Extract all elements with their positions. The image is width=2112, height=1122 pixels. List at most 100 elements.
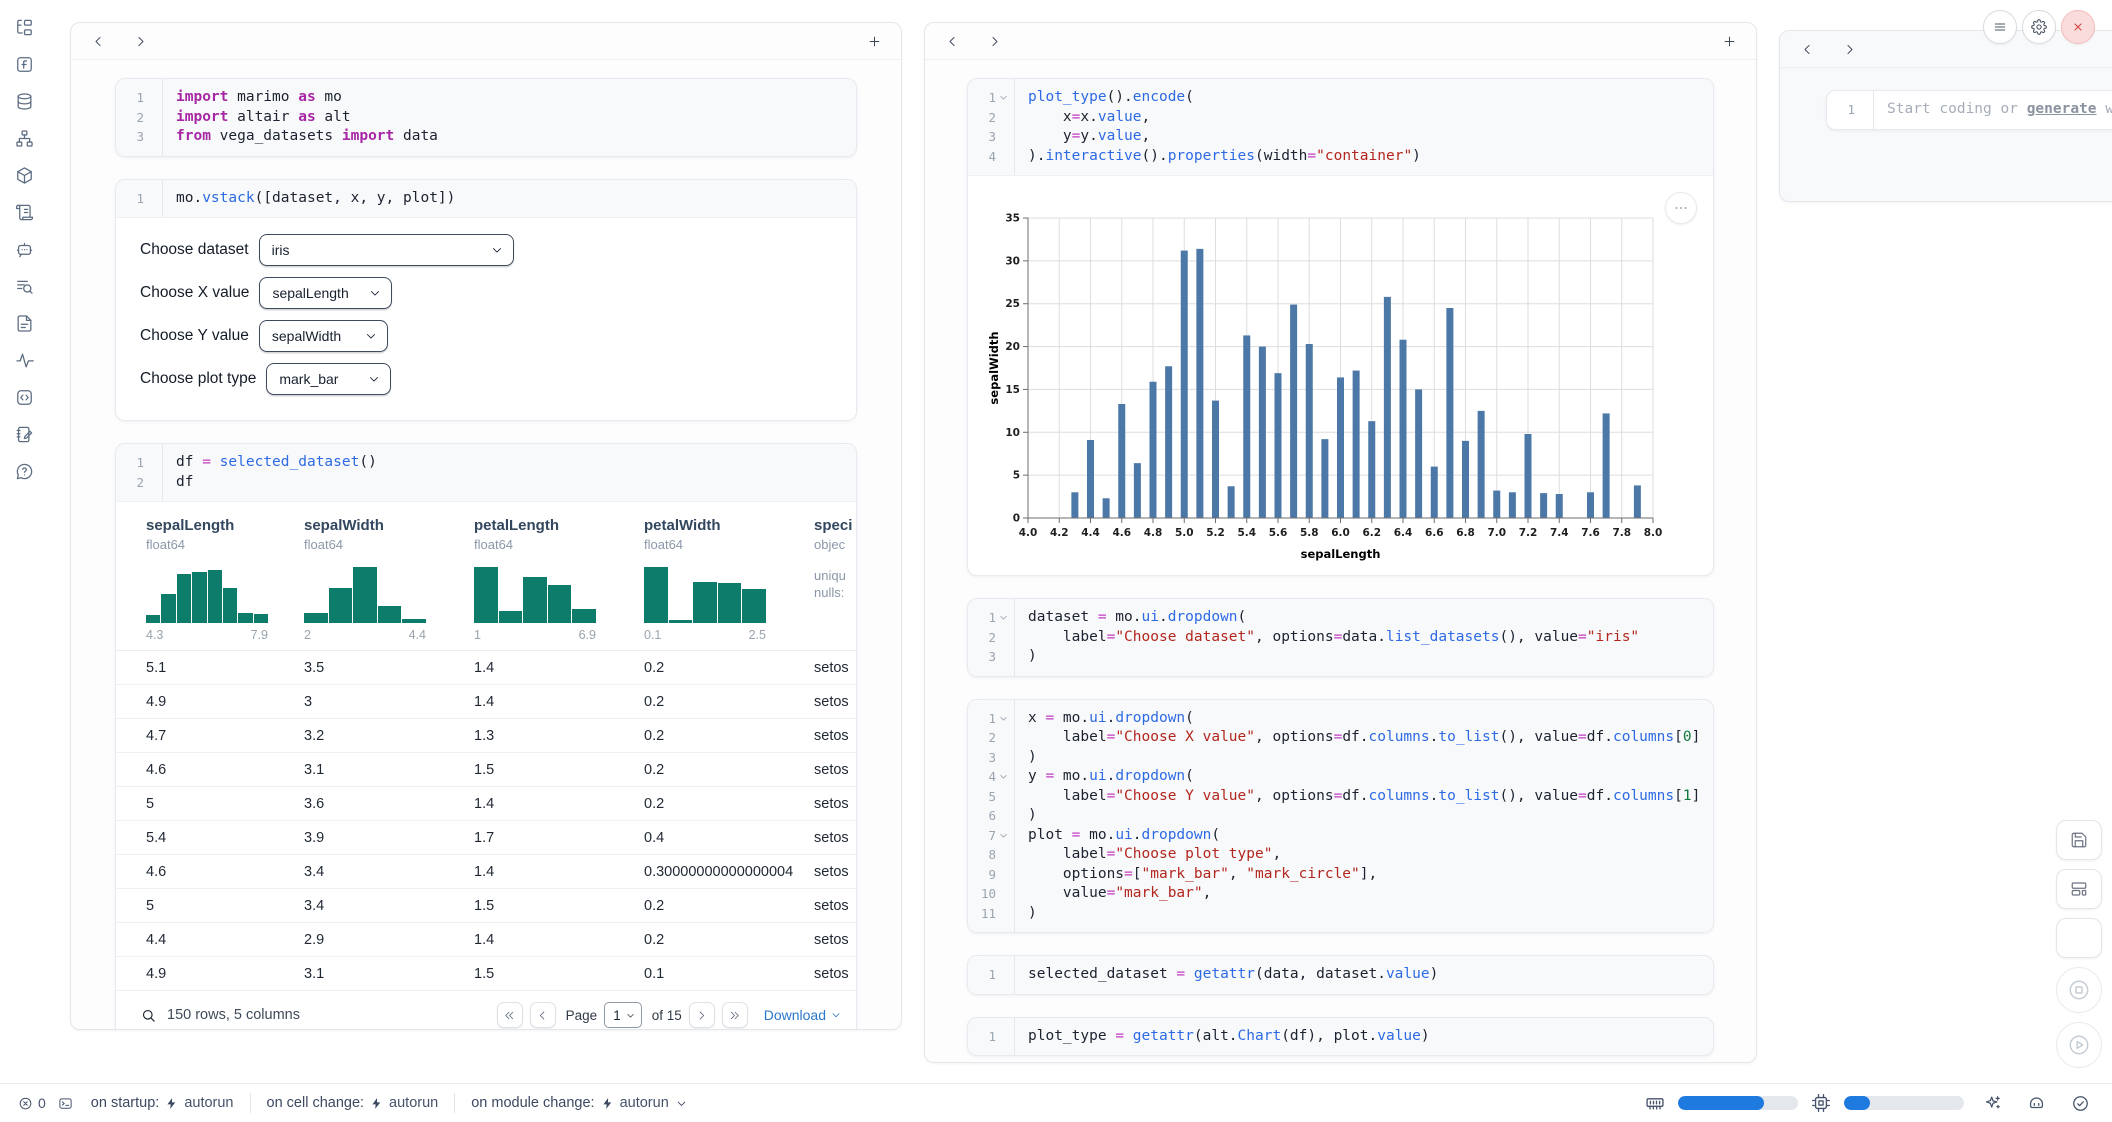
chart-bar[interactable] <box>1384 297 1391 518</box>
copilot-button[interactable] <box>2021 1089 2052 1117</box>
sidebar-datasources-button[interactable] <box>7 84 41 118</box>
chart-bar[interactable] <box>1150 382 1157 518</box>
run-button[interactable] <box>2056 1022 2102 1068</box>
code-editor[interactable]: 1plot_type().encode(2 x=x.value,3 y=y.va… <box>968 79 1713 175</box>
settings-button[interactable] <box>2022 10 2056 44</box>
chart-bar[interactable] <box>1259 347 1266 518</box>
table-column-header[interactable]: speciobjecuniqunulls: <box>814 516 856 650</box>
chart-bar[interactable] <box>1400 340 1407 518</box>
notebook-cell[interactable]: 1Start coding or generate with AI. <box>1826 90 2112 130</box>
table-row[interactable]: 4.63.11.50.2setos <box>116 753 856 787</box>
download-button[interactable]: Download <box>764 1007 842 1023</box>
chart-bar[interactable] <box>1275 373 1282 518</box>
code-editor[interactable]: 1plot_type = getattr(alt.Chart(df), plot… <box>968 1018 1713 1056</box>
sidebar-functions-button[interactable] <box>7 47 41 81</box>
notebook-cell[interactable]: 1mo.vstack([dataset, x, y, plot])Choose … <box>115 179 857 422</box>
save-button[interactable] <box>2056 820 2102 860</box>
table-row[interactable]: 5.13.51.40.2setos <box>116 651 856 685</box>
sidebar-file-tree-button[interactable] <box>7 10 41 44</box>
chart-bar[interactable] <box>1181 251 1188 518</box>
scroll-left-button[interactable] <box>939 28 965 54</box>
chart-bar[interactable] <box>1118 404 1125 518</box>
fold-chevron-icon[interactable] <box>997 611 1010 624</box>
fold-chevron-icon[interactable] <box>997 770 1010 783</box>
notebook-cell[interactable]: 1x = mo.ui.dropdown(2 label="Choose X va… <box>967 699 1714 934</box>
sidebar-dependency-graph-button[interactable] <box>7 121 41 155</box>
chart-bar[interactable] <box>1212 401 1219 518</box>
chart-bar[interactable] <box>1446 308 1453 518</box>
next-page-button[interactable] <box>689 1002 715 1028</box>
chart-bar[interactable] <box>1243 335 1250 518</box>
chart-bar[interactable] <box>1603 413 1610 518</box>
scroll-left-button[interactable] <box>1794 36 1820 62</box>
chart-bar[interactable] <box>1306 344 1313 518</box>
runtime-config-segment[interactable]: on startup:autorun <box>87 1095 238 1111</box>
chart-bar[interactable] <box>1134 463 1141 518</box>
table-row[interactable]: 53.61.40.2setos <box>116 787 856 821</box>
chart-bar[interactable] <box>1540 493 1547 518</box>
chart-bar[interactable] <box>1493 491 1500 518</box>
code-editor[interactable]: 1x = mo.ui.dropdown(2 label="Choose X va… <box>968 700 1713 933</box>
first-page-button[interactable] <box>497 1002 523 1028</box>
chart-bar[interactable] <box>1337 377 1344 518</box>
code-editor[interactable]: 1selected_dataset = getattr(data, datase… <box>968 956 1713 994</box>
chart-bar[interactable] <box>1353 371 1360 518</box>
chart-bar[interactable] <box>1228 486 1235 518</box>
sidebar-find-replace-button[interactable] <box>7 269 41 303</box>
code-editor[interactable]: 1import marimo as mo2import altair as al… <box>116 79 856 156</box>
menu-button[interactable] <box>1983 10 2017 44</box>
chart-actions-button[interactable] <box>1665 192 1697 224</box>
scroll-left-button[interactable] <box>85 28 111 54</box>
chart-bar[interactable] <box>1431 467 1438 518</box>
chart-bar[interactable] <box>1087 440 1094 518</box>
chart-bar[interactable] <box>1587 492 1594 518</box>
search-icon[interactable] <box>140 1007 157 1024</box>
runtime-config-segment[interactable]: on cell change:autorun <box>263 1095 443 1111</box>
chart-bar[interactable] <box>1290 305 1297 518</box>
fold-chevron-icon[interactable] <box>997 91 1010 104</box>
sidebar-chat-button[interactable] <box>7 232 41 266</box>
chart-bar[interactable] <box>1415 389 1422 518</box>
notebook-cell[interactable]: 1df = selected_dataset()2df sepalLengthfl… <box>115 443 857 1030</box>
notebook-cell[interactable]: 1plot_type = getattr(alt.Chart(df), plot… <box>967 1017 1714 1057</box>
notebook-cell[interactable]: 1dataset = mo.ui.dropdown(2 label="Choos… <box>967 598 1714 677</box>
add-cell-button[interactable] <box>1716 28 1742 54</box>
sidebar-packages-button[interactable] <box>7 158 41 192</box>
table-row[interactable]: 4.63.41.40.30000000000000004setos <box>116 855 856 889</box>
chart-bar[interactable] <box>1368 421 1375 518</box>
sidebar-help-button[interactable] <box>7 454 41 488</box>
shutdown-button[interactable] <box>2061 10 2095 44</box>
sidebar-logs-button[interactable] <box>7 195 41 229</box>
table-row[interactable]: 53.41.50.2setos <box>116 889 856 923</box>
code-editor[interactable]: 1df = selected_dataset()2df <box>116 444 856 501</box>
runtime-config-segment[interactable]: on module change:autorun <box>467 1095 692 1111</box>
scroll-right-button[interactable] <box>981 28 1007 54</box>
chart-bar[interactable] <box>1556 494 1563 518</box>
sidebar-documentation-button[interactable] <box>7 306 41 340</box>
prev-page-button[interactable] <box>530 1002 556 1028</box>
page-select[interactable]: 1 <box>604 1002 642 1028</box>
chart-bar[interactable] <box>1478 411 1485 518</box>
stop-button[interactable] <box>2056 967 2102 1013</box>
last-page-button[interactable] <box>722 1002 748 1028</box>
table-column-header[interactable]: sepalLengthfloat644.37.9 <box>146 516 304 650</box>
add-cell-button[interactable] <box>861 28 887 54</box>
chart-bar[interactable] <box>1165 366 1172 518</box>
chart-bar[interactable] <box>1525 434 1532 518</box>
table-row[interactable]: 4.931.40.2setos <box>116 685 856 719</box>
scroll-right-button[interactable] <box>127 28 153 54</box>
table-column-header[interactable]: petalLengthfloat6416.9 <box>474 516 644 650</box>
fold-chevron-icon[interactable] <box>997 829 1010 842</box>
keyboard-shortcuts-button[interactable] <box>2056 918 2102 958</box>
chart-bar[interactable] <box>1462 441 1469 518</box>
errors-button[interactable]: 0 <box>12 1089 52 1117</box>
notebook-cell[interactable]: 1plot_type().encode(2 x=x.value,3 y=y.va… <box>967 78 1714 576</box>
dropdown-select[interactable]: sepalLength <box>259 277 392 309</box>
sidebar-scratchpad-button[interactable] <box>7 417 41 451</box>
dropdown-select[interactable]: iris <box>259 234 514 266</box>
bar-chart[interactable]: 4.04.24.44.64.85.05.25.45.65.86.06.26.46… <box>984 190 1700 562</box>
terminal-button[interactable] <box>52 1089 79 1117</box>
connection-status-button[interactable] <box>2065 1089 2096 1117</box>
chart-bar[interactable] <box>1321 439 1328 518</box>
notebook-cell[interactable]: 1import marimo as mo2import altair as al… <box>115 78 857 157</box>
